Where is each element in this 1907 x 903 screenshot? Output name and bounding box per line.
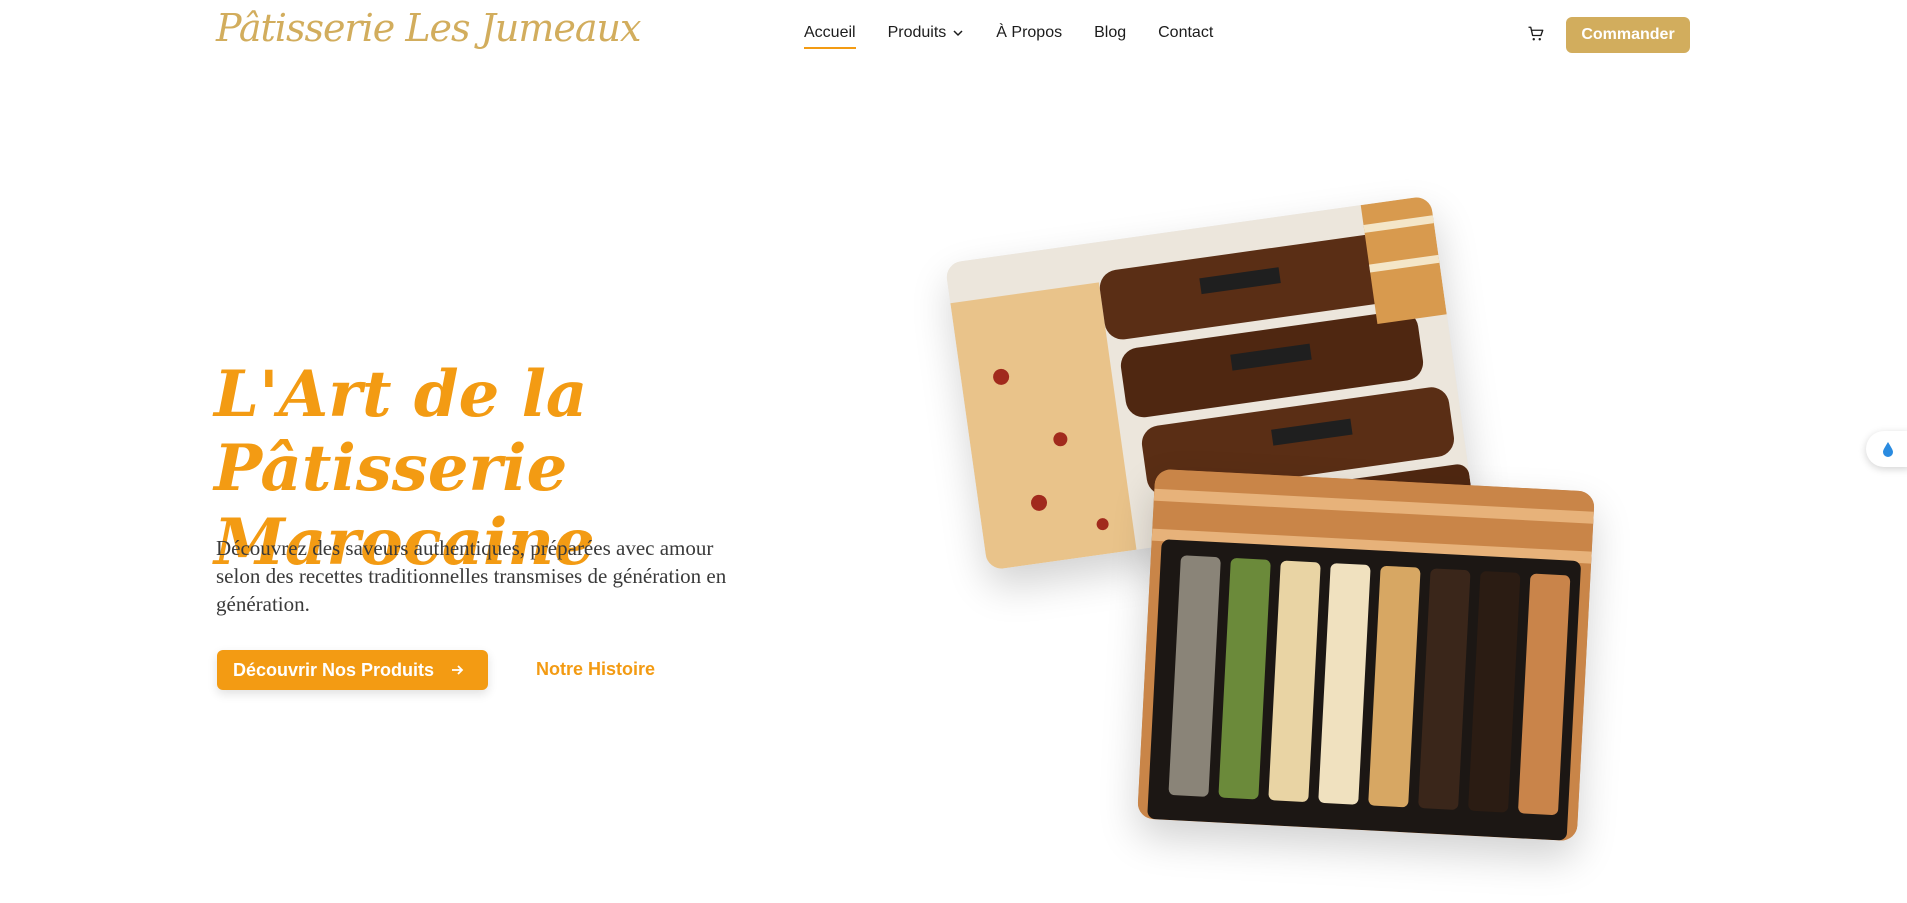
nav-item-label: Produits bbox=[887, 24, 947, 41]
floating-widget-button[interactable] bbox=[1866, 431, 1907, 467]
cart-icon[interactable] bbox=[1527, 25, 1545, 43]
site-logo[interactable]: Pâtisserie Les Jumeaux bbox=[216, 6, 641, 50]
nav-item-contact[interactable]: Contact bbox=[1158, 24, 1213, 42]
droplet-icon bbox=[1883, 442, 1893, 457]
chevron-down-icon bbox=[953, 30, 963, 37]
nav-item-label: À Propos bbox=[996, 24, 1063, 41]
site-header: Pâtisserie Les Jumeaux Accueil Produits … bbox=[0, 0, 1907, 70]
nav-item-accueil[interactable]: Accueil bbox=[804, 24, 856, 49]
arrow-right-icon bbox=[452, 665, 464, 675]
hero-image-cookie-tray bbox=[1137, 468, 1595, 842]
discover-products-label: Découvrir Nos Produits bbox=[233, 659, 435, 680]
commander-button[interactable]: Commander bbox=[1566, 17, 1690, 53]
nav-item-label: Contact bbox=[1158, 24, 1214, 41]
nav-item-label: Accueil bbox=[804, 24, 856, 41]
hero-subtitle: Découvrez des saveurs authentiques, prép… bbox=[216, 536, 727, 616]
cookie-tray-illustration bbox=[1137, 468, 1595, 842]
nav-item-blog[interactable]: Blog bbox=[1094, 24, 1126, 42]
main-nav: Accueil Produits À Propos Blog Contact bbox=[804, 24, 1213, 49]
discover-products-button[interactable]: Découvrir Nos Produits bbox=[217, 650, 488, 690]
nav-item-a-propos[interactable]: À Propos bbox=[996, 24, 1062, 42]
our-story-link[interactable]: Notre Histoire bbox=[536, 659, 655, 680]
nav-item-produits[interactable]: Produits bbox=[888, 24, 965, 42]
nav-item-label: Blog bbox=[1094, 24, 1127, 41]
